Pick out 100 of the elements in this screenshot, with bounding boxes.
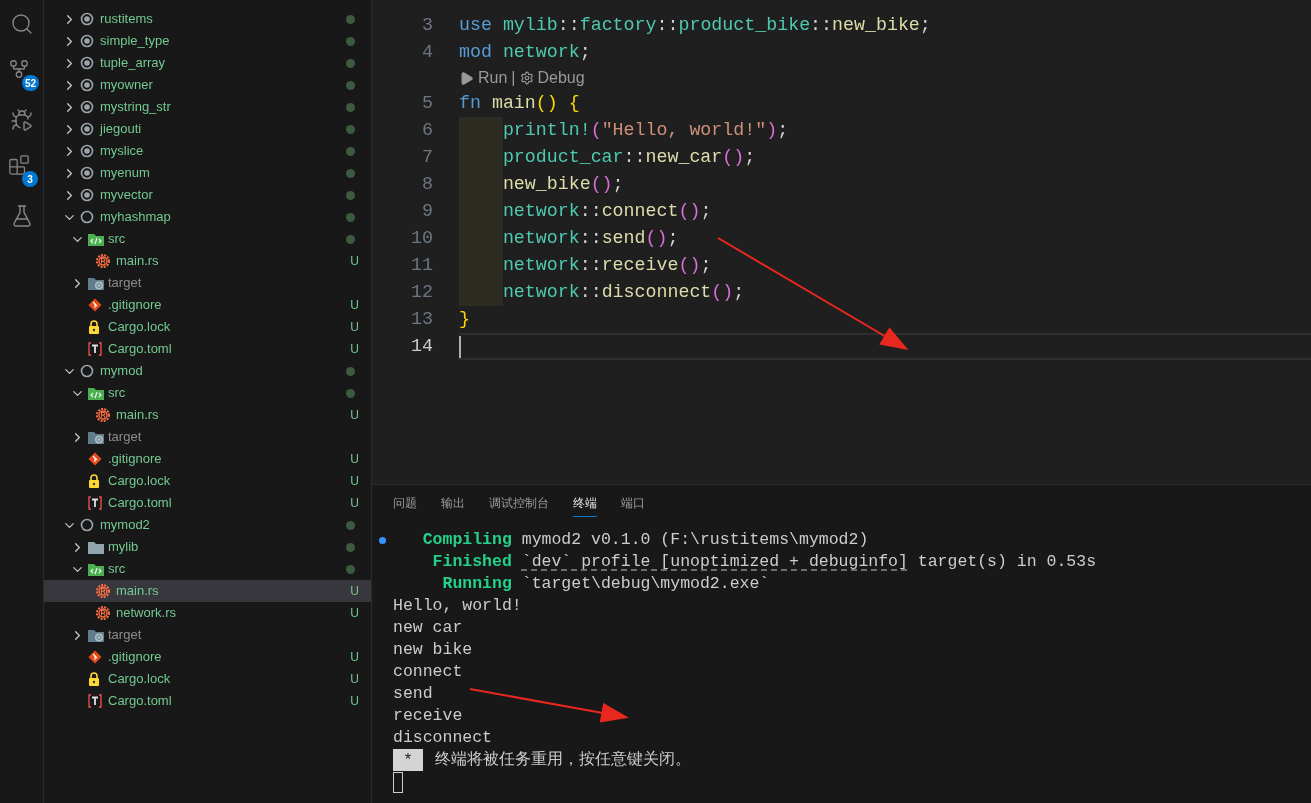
tree-item[interactable]: Cargo.toml U <box>44 690 371 712</box>
code-token: () <box>722 145 745 169</box>
terminal-text: mymod2 v0.1.0 (F:\rustitems\mymod2) <box>520 528 869 551</box>
status-letter: U <box>350 605 359 622</box>
tree-item[interactable]: Cargo.toml U <box>44 492 371 514</box>
status-letter: U <box>350 495 359 512</box>
code-token: ; <box>733 280 745 304</box>
gear-icon <box>519 71 534 85</box>
file-name: myowner <box>100 76 153 95</box>
file-name: Cargo.toml <box>108 494 172 513</box>
tree-item[interactable]: .gitignore U <box>44 646 371 668</box>
code-token: ; <box>700 253 712 277</box>
run-link[interactable]: Run <box>478 66 508 90</box>
tree-item[interactable]: rustitems <box>44 8 371 30</box>
tree-item[interactable]: jiegouti <box>44 118 371 140</box>
tree-item[interactable]: mylib <box>44 536 371 558</box>
diamond-icon <box>88 650 102 664</box>
bracket-t-icon <box>88 694 102 708</box>
code-token: () <box>678 199 701 223</box>
tree-item[interactable]: src <box>44 228 371 250</box>
tree-item[interactable]: src <box>44 558 371 580</box>
code-folder-icon <box>88 232 104 246</box>
ring-icon <box>80 518 94 532</box>
code-token: receive <box>601 253 679 277</box>
tree-item[interactable]: simple_type <box>44 30 371 52</box>
code-token: "Hello, world!" <box>601 118 767 142</box>
file-name: Cargo.lock <box>108 670 171 689</box>
tree-item[interactable]: main.rs U <box>44 250 371 272</box>
panel-tab[interactable]: 终端 <box>573 490 597 518</box>
panel-tab[interactable]: 端口 <box>621 490 645 518</box>
tree-item[interactable]: myowner <box>44 74 371 96</box>
file-name: mymod <box>100 362 143 381</box>
file-name: target <box>108 626 142 645</box>
play-icon <box>459 70 474 86</box>
code-token: :: <box>810 13 833 37</box>
tree-item[interactable]: myenum <box>44 162 371 184</box>
blocks-icon[interactable] <box>8 154 30 176</box>
bracket-t-icon <box>88 342 102 356</box>
tree-item[interactable]: Cargo.lock U <box>44 316 371 338</box>
file-name: myenum <box>100 164 150 183</box>
lock-icon <box>88 672 100 686</box>
tree-item[interactable]: network.rs U <box>44 602 371 624</box>
search-icon[interactable] <box>10 12 34 36</box>
prompt-badge: * <box>393 749 423 771</box>
tree-item[interactable]: target <box>44 272 371 294</box>
folder-icon <box>88 628 104 642</box>
file-name: simple_type <box>100 32 170 51</box>
file-name: src <box>108 384 126 403</box>
code-token: ; <box>777 118 789 142</box>
tree-item[interactable]: main.rs U <box>44 580 371 602</box>
code-token: use <box>459 13 493 37</box>
tree-item[interactable]: mymod2 <box>44 514 371 536</box>
gear-icon <box>96 584 110 598</box>
code-token: () <box>645 226 668 250</box>
code-token: disconnect <box>601 280 712 304</box>
tree-item[interactable]: main.rs U <box>44 404 371 426</box>
terminal-text: Hello, world! <box>393 594 522 617</box>
tree-item[interactable]: target <box>44 624 371 646</box>
tree-item[interactable]: Cargo.toml U <box>44 338 371 360</box>
code-token: connect <box>601 199 679 223</box>
line-number: 6 <box>421 118 433 142</box>
panel-tab[interactable]: 问题 <box>393 490 417 518</box>
terminal-text: target(s) in 0.53s <box>916 550 1097 573</box>
tree-item[interactable]: mystring_str <box>44 96 371 118</box>
tree-item[interactable]: myvector <box>44 184 371 206</box>
code-token: ; <box>612 172 624 196</box>
code-token: network <box>502 226 580 250</box>
file-name: myslice <box>100 142 144 161</box>
code-token: :: <box>579 253 602 277</box>
branch-icon[interactable] <box>8 58 30 80</box>
gear-icon <box>96 408 110 422</box>
panel-tab[interactable]: 调试控制台 <box>489 490 549 518</box>
tree-item[interactable]: mymod <box>44 360 371 382</box>
tree-item[interactable]: .gitignore U <box>44 294 371 316</box>
flask-icon[interactable] <box>10 204 34 228</box>
tree-item[interactable]: .gitignore U <box>44 448 371 470</box>
code-token: ; <box>579 40 591 64</box>
tree-item[interactable]: myslice <box>44 140 371 162</box>
tree-item[interactable]: Cargo.lock U <box>44 668 371 690</box>
file-name: main.rs <box>116 252 159 271</box>
tree-item[interactable]: target <box>44 426 371 448</box>
file-name: mymod2 <box>100 516 150 535</box>
code-token: ; <box>700 199 712 223</box>
terminal-text: connect <box>393 660 463 683</box>
debug-link[interactable]: Debug <box>537 66 585 90</box>
terminal-link[interactable]: `dev` profile [unoptimized + debuginfo] <box>521 549 908 575</box>
code-token: :: <box>579 280 602 304</box>
tree-item[interactable]: myhashmap <box>44 206 371 228</box>
code-token: fn <box>459 91 482 115</box>
tree-item[interactable]: tuple_array <box>44 52 371 74</box>
bug-play-icon[interactable] <box>10 108 34 132</box>
file-name: .gitignore <box>108 450 162 469</box>
status-letter: U <box>350 671 359 688</box>
code-token: :: <box>656 13 679 37</box>
tree-item[interactable]: src <box>44 382 371 404</box>
code-folder-icon <box>88 386 104 400</box>
panel-tab[interactable]: 输出 <box>441 490 465 518</box>
terminal-cursor <box>393 771 403 793</box>
tree-item[interactable]: Cargo.lock U <box>44 470 371 492</box>
code-token: network <box>502 199 580 223</box>
